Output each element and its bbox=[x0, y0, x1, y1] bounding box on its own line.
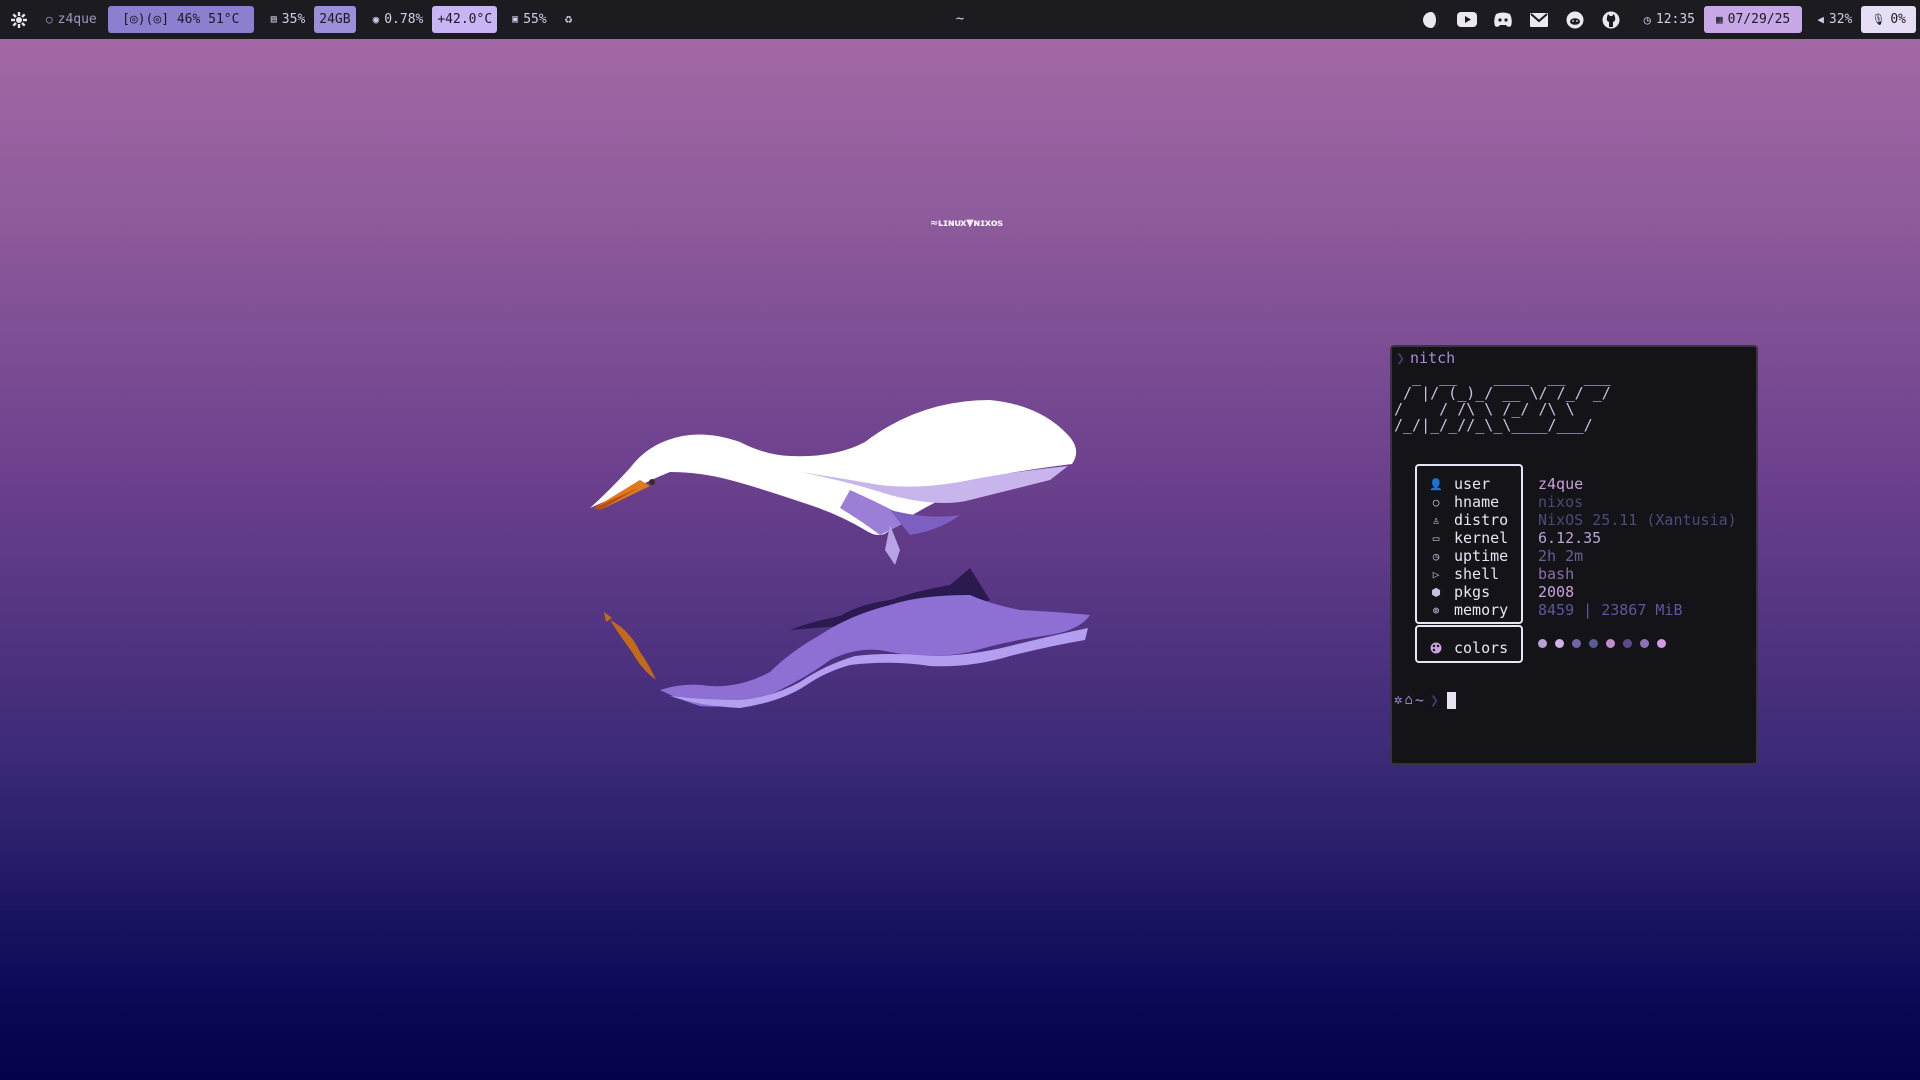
info-row-memory: ⊚ memory 8459 | 23867 MiB bbox=[1392, 601, 1722, 619]
mic-percent: 0% bbox=[1890, 12, 1906, 27]
palette-icon bbox=[1429, 641, 1443, 655]
info-key: uptime bbox=[1454, 547, 1509, 565]
cpu-module[interactable]: ▤ 35% bbox=[262, 6, 315, 33]
browser-icon[interactable] bbox=[1420, 9, 1442, 31]
gpu-percent: 0.78% bbox=[384, 12, 424, 27]
disk-percent: 55% bbox=[523, 12, 547, 27]
prompt-chevron-icon: ❯ bbox=[1396, 349, 1406, 367]
info-key: user bbox=[1454, 475, 1491, 493]
color-palette bbox=[1538, 639, 1666, 648]
gpu-icon: ◉ bbox=[372, 13, 380, 26]
host-icon: ○ bbox=[1432, 495, 1440, 509]
info-value: 2h 2m bbox=[1538, 547, 1584, 565]
laptop-icon: ▭ bbox=[1432, 531, 1440, 545]
palette-dot bbox=[1657, 639, 1666, 648]
clock-icon: ◷ bbox=[1643, 12, 1651, 27]
info-row-hname: ○ hname nixos bbox=[1392, 493, 1722, 511]
terminal-command: nitch bbox=[1410, 349, 1456, 367]
box-icon: ⬢ bbox=[1431, 585, 1441, 599]
recycle-module[interactable]: ♻ bbox=[556, 6, 582, 33]
info-row-user: 👤 user z4que bbox=[1392, 475, 1722, 493]
nixos-logo-icon[interactable] bbox=[8, 9, 30, 31]
user-icon: 👤 bbox=[1429, 477, 1443, 491]
info-row-distro: ♙ distro NixOS 25.11 (Xantusia) bbox=[1392, 511, 1737, 529]
info-row-shell: ▷ shell bash bbox=[1392, 565, 1722, 583]
info-row-pkgs: ⬢ pkgs 2008 bbox=[1392, 583, 1722, 601]
droplet-icon: ○ bbox=[46, 13, 53, 26]
info-key: memory bbox=[1454, 601, 1509, 619]
cpu-percent: 35% bbox=[281, 12, 306, 27]
info-value: 8459 | 23867 MiB bbox=[1538, 601, 1683, 619]
colors-label: colors bbox=[1454, 639, 1509, 657]
info-value: nixos bbox=[1538, 493, 1584, 511]
prompt-directory: ~ bbox=[1414, 691, 1424, 709]
info-key: kernel bbox=[1454, 529, 1509, 547]
info-value: 6.12.35 bbox=[1538, 529, 1602, 547]
info-key: shell bbox=[1454, 565, 1500, 583]
mic-icon: 🎙 bbox=[1871, 13, 1886, 26]
audio-visualizer-module[interactable]: [◎)(◎] 46% 51°C bbox=[107, 6, 254, 33]
reddit-icon[interactable] bbox=[1564, 9, 1586, 31]
shell-prompt[interactable]: ✲ ⌂ ~ ❯ bbox=[1394, 691, 1456, 709]
ram-label: 24GB bbox=[319, 12, 351, 27]
calendar-icon: ▦ bbox=[1716, 13, 1723, 26]
palette-dot bbox=[1589, 639, 1598, 648]
date-module[interactable]: ▦ 07/29/25 bbox=[1704, 6, 1803, 33]
cpu-icon: ▤ bbox=[270, 14, 277, 25]
palette-dot bbox=[1538, 639, 1547, 648]
info-key: distro bbox=[1454, 511, 1509, 529]
info-value: bash bbox=[1538, 565, 1575, 583]
info-row-kernel: ▭ kernel 6.12.35 bbox=[1392, 529, 1722, 547]
palette-dot bbox=[1555, 639, 1564, 648]
ram-module[interactable]: 24GB bbox=[314, 6, 356, 33]
mail-icon[interactable] bbox=[1528, 9, 1550, 31]
palette-dot bbox=[1606, 639, 1615, 648]
chip-icon: ⊚ bbox=[1432, 603, 1440, 617]
volume-icon: ◀ bbox=[1817, 13, 1824, 26]
prompt-chevron-icon: ❯ bbox=[1429, 691, 1439, 709]
volume-percent: 32% bbox=[1828, 12, 1853, 27]
palette-dot bbox=[1572, 639, 1581, 648]
palette-dot bbox=[1640, 639, 1649, 648]
info-row-uptime: ◷ uptime 2h 2m bbox=[1392, 547, 1722, 565]
discord-icon[interactable] bbox=[1492, 9, 1514, 31]
volume-module[interactable]: ◀ 32% bbox=[1808, 6, 1861, 33]
clock-module[interactable]: ◷ 12:35 bbox=[1635, 6, 1704, 33]
info-value: z4que bbox=[1538, 475, 1584, 493]
nixos-prompt-icon: ✲ bbox=[1394, 692, 1403, 708]
palette-dot bbox=[1623, 639, 1632, 648]
top-bar: ○ z4que [◎)(◎] 46% 51°C ▤ 35% 24GB ◉ 0.7… bbox=[0, 0, 1920, 39]
info-value: 2008 bbox=[1538, 583, 1575, 601]
home-icon: ⌂ bbox=[1404, 692, 1413, 708]
temperature-label: +42.0°C bbox=[437, 12, 493, 27]
info-value: NixOS 25.11 (Xantusia) bbox=[1538, 511, 1737, 529]
disk-module[interactable]: ▣ 55% bbox=[503, 6, 556, 33]
github-icon[interactable] bbox=[1600, 9, 1622, 31]
heron-illustration bbox=[590, 400, 1090, 708]
terminal-window[interactable]: ❯ nitch _ __ ____ __ ___ / |/ (_)_/ __ \… bbox=[1390, 345, 1758, 765]
terminal-icon: ▷ bbox=[1432, 567, 1440, 581]
youtube-icon[interactable] bbox=[1456, 9, 1478, 31]
mic-module[interactable]: 🎙 0% bbox=[1861, 6, 1916, 33]
info-key: hname bbox=[1454, 493, 1500, 511]
info-key: pkgs bbox=[1454, 583, 1491, 601]
clock-time: 12:35 bbox=[1655, 12, 1696, 27]
username-label: z4que bbox=[57, 12, 97, 27]
text-cursor bbox=[1446, 691, 1456, 709]
audio-visualizer-label: [◎)(◎] 46% 51°C bbox=[122, 12, 240, 27]
wallpaper-label: ≈ʟɪɴᴜx▼ɴɪxᴏs bbox=[930, 218, 1003, 229]
disk-icon: ▣ bbox=[512, 14, 519, 25]
user-module[interactable]: ○ z4que bbox=[37, 6, 106, 33]
gpu-module[interactable]: ◉ 0.78% bbox=[364, 6, 433, 33]
tux-icon: ♙ bbox=[1432, 513, 1440, 527]
temperature-module[interactable]: +42.0°C bbox=[432, 6, 498, 33]
nixos-ascii-logo: _ __ ____ __ ___ / |/ (_)_/ __ \/ /_/ _/… bbox=[1394, 368, 1611, 434]
date-label: 07/29/25 bbox=[1727, 12, 1791, 27]
clock-icon: ◷ bbox=[1432, 549, 1440, 563]
recycle-icon: ♻ bbox=[564, 12, 573, 27]
